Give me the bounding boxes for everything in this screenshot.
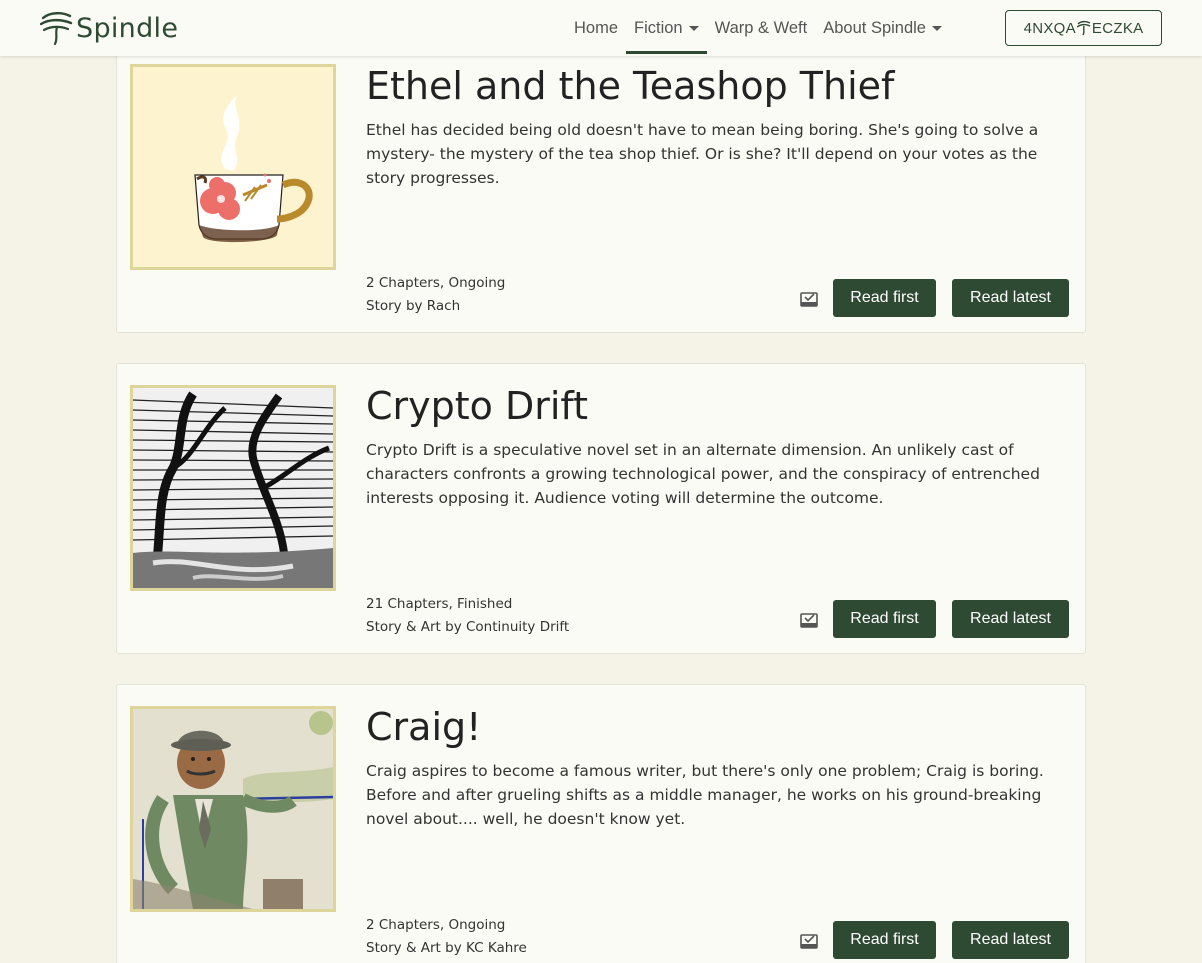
brand-logo[interactable]: Spindle: [40, 8, 178, 48]
teacup-illustration-icon: [133, 67, 333, 267]
ink-trees-illustration-icon: [133, 388, 333, 588]
story-credit: Story & Art by Continuity Drift: [366, 619, 570, 635]
nav-about-label: About Spindle: [823, 18, 926, 37]
story-description: Craig aspires to become a famous writer,…: [366, 762, 1044, 828]
spindle-logo-icon: [40, 12, 73, 46]
nav-home[interactable]: Home: [566, 0, 626, 56]
nav-about-dropdown[interactable]: About Spindle: [815, 0, 950, 56]
story-credit: Story by Rach: [366, 298, 461, 314]
caret-down-icon: [688, 25, 699, 31]
read-latest-button[interactable]: Read latest: [952, 279, 1069, 317]
story-card: Craig! Craig aspires to become a famous …: [116, 684, 1086, 963]
story-credit: Story & Art by KC Kahre: [366, 940, 527, 956]
story-title[interactable]: Craig!: [366, 705, 481, 749]
account-button[interactable]: 4NXQA ECZKA: [1005, 10, 1162, 46]
read-first-button[interactable]: Read first: [833, 600, 936, 638]
read-first-button[interactable]: Read first: [833, 279, 936, 317]
caret-down-icon: [931, 25, 942, 31]
story-status: 2 Chapters, Ongoing: [366, 275, 506, 291]
brand-name: Spindle: [76, 12, 179, 44]
story-status: 21 Chapters, Finished: [366, 596, 513, 612]
account-label-right: ECZKA: [1091, 19, 1144, 37]
main-nav: Home Fiction Warp & Weft About Spindle: [566, 0, 950, 56]
story-title[interactable]: Ethel and the Teashop Thief: [366, 64, 894, 108]
nav-fiction-dropdown[interactable]: Fiction: [626, 0, 707, 56]
nav-fiction-label: Fiction: [634, 18, 683, 37]
story-card: Crypto Drift Crypto Drift is a speculati…: [116, 363, 1086, 654]
man-portrait-illustration-icon: [133, 709, 333, 909]
nav-warp-weft[interactable]: Warp & Weft: [707, 0, 816, 56]
account-label-left: 4NXQA: [1023, 19, 1076, 37]
read-latest-button[interactable]: Read latest: [952, 921, 1069, 959]
nav-home-label: Home: [574, 18, 619, 37]
read-first-button[interactable]: Read first: [833, 921, 936, 959]
bookmark-icon[interactable]: [800, 291, 818, 307]
story-cover[interactable]: [130, 706, 336, 912]
spindle-small-icon: [1076, 20, 1091, 36]
story-title[interactable]: Crypto Drift: [366, 384, 588, 428]
story-status: 2 Chapters, Ongoing: [366, 917, 506, 933]
story-card: Ethel and the Teashop Thief Ethel has de…: [116, 42, 1086, 333]
story-description: Ethel has decided being old doesn't have…: [366, 121, 1039, 187]
story-description: Crypto Drift is a speculative novel set …: [366, 441, 1040, 507]
bookmark-icon[interactable]: [800, 612, 818, 628]
navbar: Spindle Home Fiction Warp & Weft About S…: [0, 0, 1202, 56]
story-cover[interactable]: [130, 64, 336, 270]
read-latest-button[interactable]: Read latest: [952, 600, 1069, 638]
story-cover[interactable]: [130, 385, 336, 591]
bookmark-icon[interactable]: [800, 933, 818, 949]
nav-warp-label: Warp & Weft: [714, 18, 808, 37]
